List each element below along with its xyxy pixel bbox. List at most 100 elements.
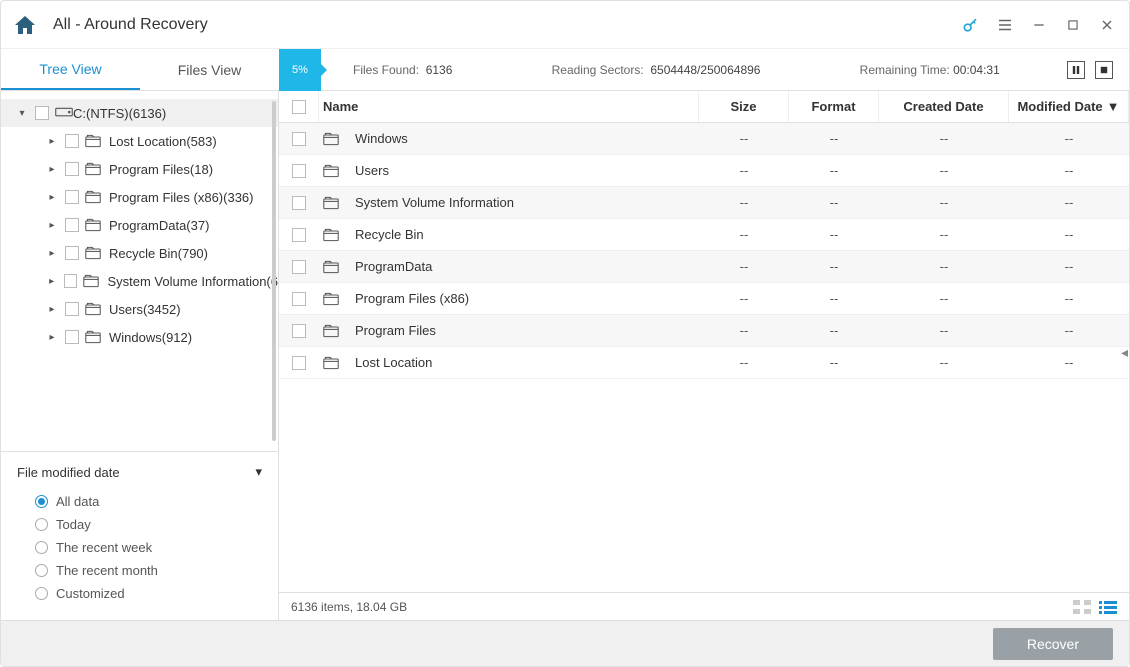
chevron-right-icon[interactable]: ▸ — [45, 248, 59, 259]
chevron-down-icon[interactable]: ▾ — [15, 108, 29, 119]
chevron-right-icon[interactable]: ▸ — [45, 276, 58, 287]
collapse-handle[interactable]: ◂ — [1121, 344, 1129, 368]
table-row[interactable]: ProgramData-------- — [279, 251, 1129, 283]
tree-item[interactable]: ▸Lost Location(583) — [1, 127, 278, 155]
cell-format: -- — [789, 291, 879, 306]
col-created[interactable]: Created Date — [879, 91, 1009, 122]
table-row[interactable]: System Volume Information-------- — [279, 187, 1129, 219]
radio[interactable] — [35, 495, 48, 508]
cell-format: -- — [789, 323, 879, 338]
window-title: All - Around Recovery — [53, 16, 961, 34]
files-found: Files Found: 6136 — [353, 63, 452, 77]
chevron-right-icon[interactable]: ▸ — [45, 304, 59, 315]
tree-item[interactable]: ▸Users(3452) — [1, 295, 278, 323]
bottom-bar: Recover — [1, 620, 1129, 666]
filter-option[interactable]: The recent week — [17, 536, 262, 559]
cell-modified: -- — [1009, 227, 1129, 242]
tree-label: Windows(912) — [109, 330, 192, 345]
chevron-right-icon[interactable]: ▸ — [45, 136, 59, 147]
folder-icon — [323, 196, 339, 210]
checkbox[interactable] — [292, 228, 306, 242]
filter-option[interactable]: Today — [17, 513, 262, 536]
chevron-right-icon[interactable]: ▸ — [45, 332, 59, 343]
checkbox[interactable] — [65, 302, 79, 316]
content: Name Size Format Created Date Modified D… — [279, 91, 1129, 620]
col-format[interactable]: Format — [789, 91, 879, 122]
checkbox[interactable] — [64, 274, 77, 288]
table-row[interactable]: Lost Location-------- — [279, 347, 1129, 379]
remaining-time: Remaining Time: 00:04:31 — [860, 63, 1000, 77]
table-row[interactable]: Users-------- — [279, 155, 1129, 187]
recover-button[interactable]: Recover — [993, 628, 1113, 660]
cell-size: -- — [699, 131, 789, 146]
checkbox[interactable] — [65, 162, 79, 176]
checkbox[interactable] — [292, 196, 306, 210]
tree-item[interactable]: ▸ ProgramData(37) — [1, 211, 278, 239]
cell-size: -- — [699, 195, 789, 210]
checkbox[interactable] — [65, 218, 79, 232]
scrollbar[interactable] — [272, 101, 276, 441]
checkbox[interactable] — [292, 164, 306, 178]
filter-option[interactable]: All data — [17, 490, 262, 513]
stop-button[interactable] — [1095, 61, 1113, 79]
grid-view-icon[interactable] — [1073, 600, 1091, 614]
tab-files-view[interactable]: Files View — [140, 49, 279, 90]
checkbox[interactable] — [292, 292, 306, 306]
tree-item[interactable]: ▸Program Files(18) — [1, 155, 278, 183]
checkbox[interactable] — [292, 324, 306, 338]
radio[interactable] — [35, 587, 48, 600]
list-view-icon[interactable] — [1099, 600, 1117, 614]
checkbox[interactable] — [65, 330, 79, 344]
home-icon[interactable] — [13, 13, 37, 37]
tree-root[interactable]: ▾ C:(NTFS)(6136) — [1, 99, 278, 127]
filter-option[interactable]: The recent month — [17, 559, 262, 582]
col-name[interactable]: Name — [319, 91, 699, 122]
table-row[interactable]: Program Files (x86)-------- — [279, 283, 1129, 315]
folder-icon — [323, 164, 339, 178]
folder-icon — [85, 302, 101, 316]
tree-label: ProgramData(37) — [109, 218, 209, 233]
chevron-right-icon[interactable]: ▸ — [45, 220, 59, 231]
checkbox[interactable] — [292, 356, 306, 370]
select-all-checkbox[interactable] — [292, 100, 306, 114]
chevron-right-icon[interactable]: ▸ — [45, 164, 59, 175]
tree-item[interactable]: ▸Program Files (x86)(336) — [1, 183, 278, 211]
close-button[interactable] — [1097, 15, 1117, 35]
cell-created: -- — [879, 355, 1009, 370]
table-row[interactable]: Windows-------- — [279, 123, 1129, 155]
filter-header[interactable]: File modified date ▾ — [17, 464, 262, 480]
minimize-button[interactable] — [1029, 15, 1049, 35]
file-name: System Volume Information — [355, 195, 514, 210]
chevron-right-icon[interactable]: ▸ — [45, 192, 59, 203]
key-icon[interactable] — [961, 15, 981, 35]
tab-tree-view[interactable]: Tree View — [1, 49, 140, 90]
cell-modified: -- — [1009, 259, 1129, 274]
radio[interactable] — [35, 518, 48, 531]
file-name: ProgramData — [355, 259, 432, 274]
checkbox[interactable] — [292, 260, 306, 274]
file-name: Lost Location — [355, 355, 432, 370]
tree-item[interactable]: ▸System Volume Information(6 — [1, 267, 278, 295]
radio[interactable] — [35, 541, 48, 554]
checkbox[interactable] — [65, 134, 79, 148]
file-name: Program Files — [355, 323, 436, 338]
checkbox[interactable] — [35, 106, 49, 120]
maximize-button[interactable] — [1063, 15, 1083, 35]
radio[interactable] — [35, 564, 48, 577]
col-modified[interactable]: Modified Date▼ — [1009, 91, 1129, 122]
cell-size: -- — [699, 227, 789, 242]
table-row[interactable]: Program Files-------- — [279, 315, 1129, 347]
folder-icon — [323, 292, 339, 306]
grid-header: Name Size Format Created Date Modified D… — [279, 91, 1129, 123]
menu-icon[interactable] — [995, 15, 1015, 35]
tree-item[interactable]: ▸ Windows(912) — [1, 323, 278, 351]
pause-button[interactable] — [1067, 61, 1085, 79]
checkbox[interactable] — [292, 132, 306, 146]
tree-item[interactable]: ▸Recycle Bin(790) — [1, 239, 278, 267]
cell-modified: -- — [1009, 131, 1129, 146]
checkbox[interactable] — [65, 190, 79, 204]
col-size[interactable]: Size — [699, 91, 789, 122]
checkbox[interactable] — [65, 246, 79, 260]
filter-option[interactable]: Customized — [17, 582, 262, 605]
table-row[interactable]: Recycle Bin-------- — [279, 219, 1129, 251]
